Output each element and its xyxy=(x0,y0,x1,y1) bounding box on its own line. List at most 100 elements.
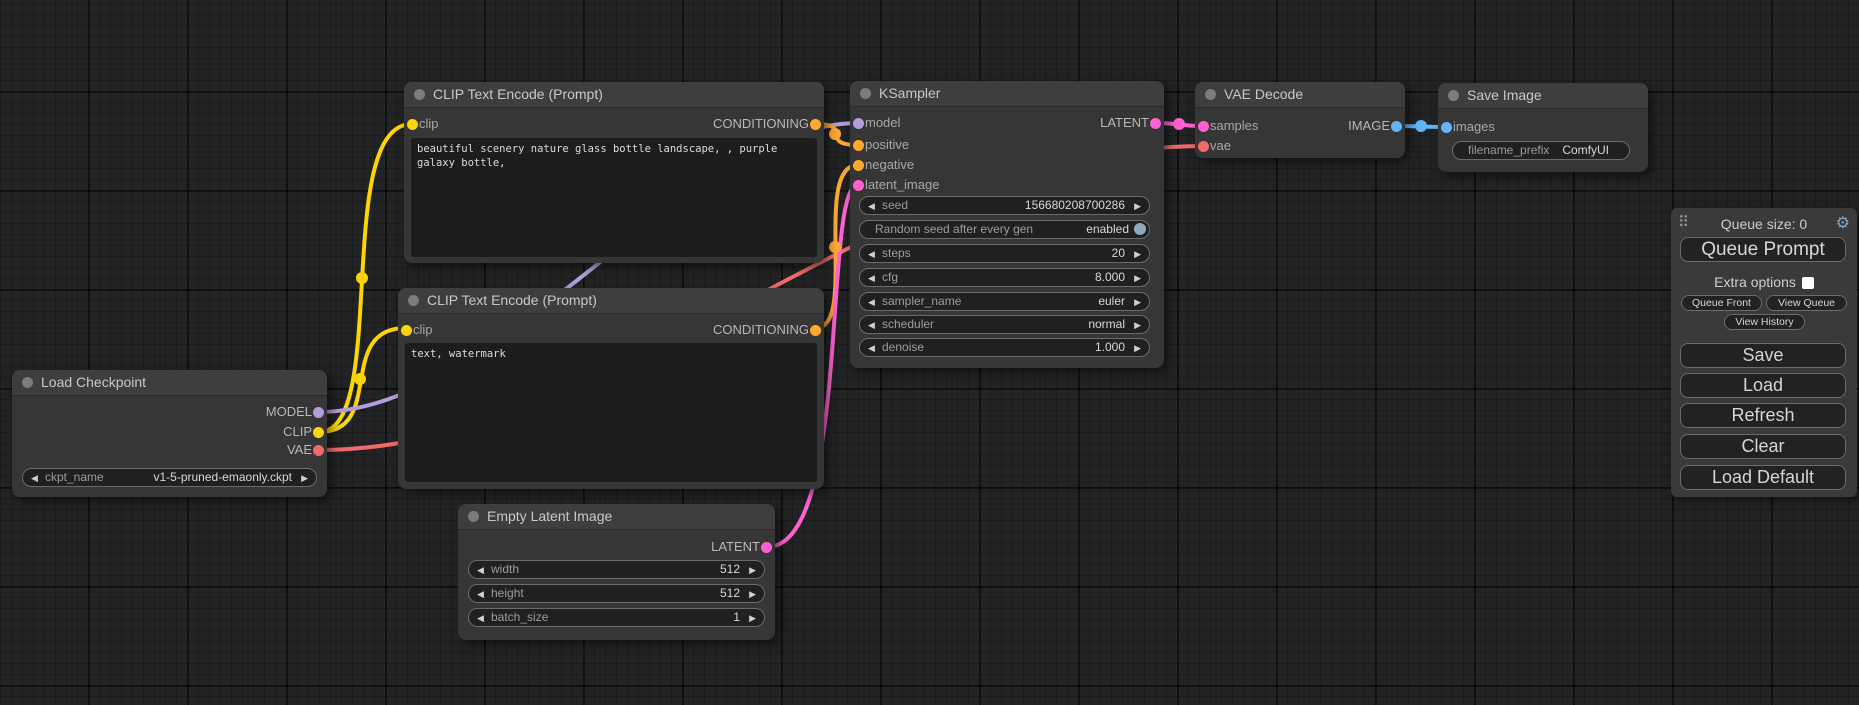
node-title-bar[interactable]: Empty Latent Image xyxy=(458,504,775,530)
collapse-dot-icon[interactable] xyxy=(22,377,33,388)
node-title-bar[interactable]: VAE Decode xyxy=(1195,82,1405,108)
conditioning-output-port[interactable] xyxy=(810,119,821,130)
latent-output-port[interactable] xyxy=(761,542,772,553)
clip-output-label: CLIP xyxy=(283,425,312,439)
steps-widget[interactable]: ◀ steps 20 ▶ xyxy=(859,244,1150,263)
decrement-arrow-icon[interactable]: ◀ xyxy=(477,562,484,578)
conditioning-output-label: CONDITIONING xyxy=(713,117,809,131)
node-save-image[interactable]: Save Image images filename_prefix ComfyU… xyxy=(1438,83,1648,172)
positive-input-port[interactable] xyxy=(853,140,864,151)
increment-arrow-icon[interactable]: ▶ xyxy=(1134,294,1141,310)
increment-arrow-icon[interactable]: ▶ xyxy=(301,470,308,486)
samples-input-port[interactable] xyxy=(1198,121,1209,132)
latent-image-input-port[interactable] xyxy=(853,180,864,191)
decrement-arrow-icon[interactable]: ◀ xyxy=(31,470,38,486)
decrement-arrow-icon[interactable]: ◀ xyxy=(868,270,875,286)
decrement-arrow-icon[interactable]: ◀ xyxy=(868,246,875,262)
view-queue-button[interactable]: View Queue xyxy=(1766,295,1847,311)
images-input-port[interactable] xyxy=(1441,122,1452,133)
conditioning-output-label: CONDITIONING xyxy=(713,323,809,337)
increment-arrow-icon[interactable]: ▶ xyxy=(1134,340,1141,356)
widget-label: seed xyxy=(882,197,908,213)
graph-canvas[interactable]: Load Checkpoint MODEL CLIP VAE ◀ ckpt_na… xyxy=(0,0,1859,705)
node-title-bar[interactable]: KSampler xyxy=(850,81,1164,107)
clip-input-port[interactable] xyxy=(407,119,418,130)
decrement-arrow-icon[interactable]: ◀ xyxy=(868,340,875,356)
collapse-dot-icon[interactable] xyxy=(860,88,871,99)
increment-arrow-icon[interactable]: ▶ xyxy=(749,610,756,626)
clear-button[interactable]: Clear xyxy=(1680,434,1846,459)
widget-value: v1-5-pruned-emaonly.ckpt xyxy=(153,469,292,485)
collapse-dot-icon[interactable] xyxy=(414,89,425,100)
decrement-arrow-icon[interactable]: ◀ xyxy=(477,610,484,626)
queue-prompt-button[interactable]: Queue Prompt xyxy=(1680,237,1846,262)
increment-arrow-icon[interactable]: ▶ xyxy=(1134,270,1141,286)
negative-prompt-textarea[interactable]: text, watermark xyxy=(405,343,817,482)
node-title-bar[interactable]: Load Checkpoint xyxy=(12,370,327,396)
denoise-widget[interactable]: ◀ denoise 1.000 ▶ xyxy=(859,338,1150,357)
increment-arrow-icon[interactable]: ▶ xyxy=(749,562,756,578)
vae-input-port[interactable] xyxy=(1198,141,1209,152)
node-clip-text-encode-positive[interactable]: CLIP Text Encode (Prompt) clip CONDITION… xyxy=(404,82,824,263)
decrement-arrow-icon[interactable]: ◀ xyxy=(868,317,875,333)
clip-input-label: clip xyxy=(413,323,433,337)
collapse-dot-icon[interactable] xyxy=(468,511,479,522)
image-output-port[interactable] xyxy=(1391,121,1402,132)
model-output-port[interactable] xyxy=(313,407,324,418)
clip-input-port[interactable] xyxy=(401,325,412,336)
widget-label: cfg xyxy=(882,269,898,285)
vae-output-port[interactable] xyxy=(313,445,324,456)
latent-output-label: LATENT xyxy=(711,540,760,554)
save-button[interactable]: Save xyxy=(1680,343,1846,368)
negative-input-port[interactable] xyxy=(853,160,864,171)
load-button[interactable]: Load xyxy=(1680,373,1846,398)
extra-options-label: Extra options xyxy=(1714,274,1796,290)
toggle-indicator[interactable] xyxy=(1134,223,1146,235)
positive-prompt-textarea[interactable]: beautiful scenery nature glass bottle la… xyxy=(411,138,817,257)
node-empty-latent-image[interactable]: Empty Latent Image LATENT ◀ width 512 ▶ … xyxy=(458,504,775,640)
node-ksampler[interactable]: KSampler model positive negative latent_… xyxy=(850,81,1164,368)
node-load-checkpoint[interactable]: Load Checkpoint MODEL CLIP VAE ◀ ckpt_na… xyxy=(12,370,327,497)
decrement-arrow-icon[interactable]: ◀ xyxy=(868,294,875,310)
filename-prefix-widget[interactable]: filename_prefix ComfyUI xyxy=(1452,141,1630,160)
node-title-bar[interactable]: CLIP Text Encode (Prompt) xyxy=(398,288,824,314)
widget-value: 8.000 xyxy=(1095,269,1125,285)
node-title-bar[interactable]: Save Image xyxy=(1438,83,1648,109)
width-widget[interactable]: ◀ width 512 ▶ xyxy=(468,560,765,579)
gear-icon[interactable]: ⚙ xyxy=(1836,213,1850,233)
sampler-name-widget[interactable]: ◀ sampler_name euler ▶ xyxy=(859,292,1150,311)
increment-arrow-icon[interactable]: ▶ xyxy=(1134,246,1141,262)
increment-arrow-icon[interactable]: ▶ xyxy=(1134,198,1141,214)
random-seed-widget[interactable]: Random seed after every gen enabled xyxy=(859,220,1150,239)
latent-output-label: LATENT xyxy=(1100,116,1149,130)
height-widget[interactable]: ◀ height 512 ▶ xyxy=(468,584,765,603)
queue-panel[interactable]: ⠿ Queue size: 0 ⚙ Queue Prompt Extra opt… xyxy=(1671,208,1857,497)
conditioning-output-port[interactable] xyxy=(810,325,821,336)
refresh-button[interactable]: Refresh xyxy=(1680,403,1846,428)
load-default-button[interactable]: Load Default xyxy=(1680,465,1846,490)
queue-front-button[interactable]: Queue Front xyxy=(1681,295,1762,311)
clip-output-port[interactable] xyxy=(313,427,324,438)
collapse-dot-icon[interactable] xyxy=(408,295,419,306)
node-clip-text-encode-negative[interactable]: CLIP Text Encode (Prompt) clip CONDITION… xyxy=(398,288,824,489)
scheduler-widget[interactable]: ◀ scheduler normal ▶ xyxy=(859,315,1150,334)
node-vae-decode[interactable]: VAE Decode samples vae IMAGE xyxy=(1195,82,1405,158)
widget-value: enabled xyxy=(1086,221,1129,237)
collapse-dot-icon[interactable] xyxy=(1205,89,1216,100)
increment-arrow-icon[interactable]: ▶ xyxy=(749,586,756,602)
widget-value: 1 xyxy=(733,609,740,625)
widget-value: 20 xyxy=(1112,245,1125,261)
increment-arrow-icon[interactable]: ▶ xyxy=(1134,317,1141,333)
cfg-widget[interactable]: ◀ cfg 8.000 ▶ xyxy=(859,268,1150,287)
latent-output-port[interactable] xyxy=(1150,118,1161,129)
node-title-bar[interactable]: CLIP Text Encode (Prompt) xyxy=(404,82,824,108)
extra-options-checkbox[interactable] xyxy=(1802,277,1814,289)
batch-size-widget[interactable]: ◀ batch_size 1 ▶ xyxy=(468,608,765,627)
seed-widget[interactable]: ◀ seed 156680208700286 ▶ xyxy=(859,196,1150,215)
decrement-arrow-icon[interactable]: ◀ xyxy=(477,586,484,602)
collapse-dot-icon[interactable] xyxy=(1448,90,1459,101)
decrement-arrow-icon[interactable]: ◀ xyxy=(868,198,875,214)
ckpt-name-widget[interactable]: ◀ ckpt_name v1-5-pruned-emaonly.ckpt ▶ xyxy=(22,468,317,487)
view-history-button[interactable]: View History xyxy=(1724,314,1805,330)
model-input-port[interactable] xyxy=(853,118,864,129)
